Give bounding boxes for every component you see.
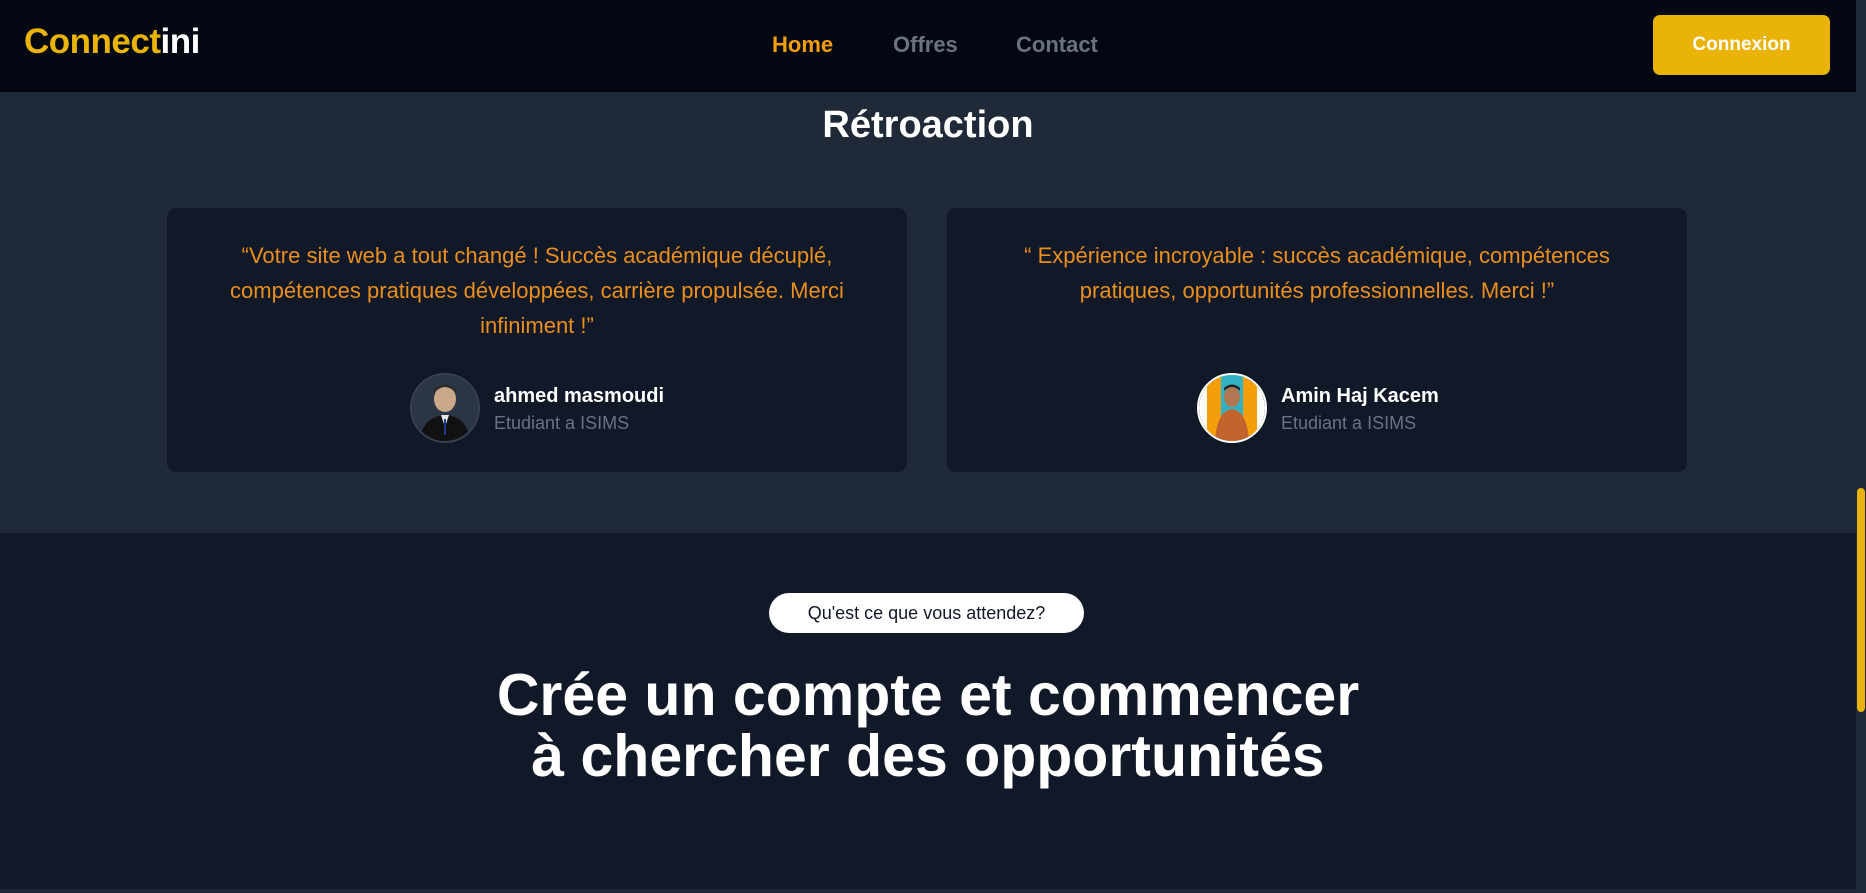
scrollbar[interactable] xyxy=(1856,0,1866,893)
scrollbar-thumb[interactable] xyxy=(1857,488,1865,712)
brand-name-part1: Connect xyxy=(24,22,161,61)
author-name: ahmed masmoudi xyxy=(494,385,665,407)
testimonial-card: “ Expérience incroyable : succès académi… xyxy=(947,208,1687,472)
feedback-section: Rétroaction “Votre site web a tout chang… xyxy=(0,92,1856,533)
avatar xyxy=(1197,373,1267,443)
navbar: Connectini Home Offres Contact Connexion xyxy=(0,0,1856,92)
author-role: Etudiant a ISIMS xyxy=(1281,413,1417,433)
feedback-title: Rétroaction xyxy=(822,104,1034,146)
cta-section: Qu'est ce que vous attendez? Crée un com… xyxy=(0,533,1856,893)
cta-headline: Crée un compte et commencer à chercher d… xyxy=(496,662,1360,789)
nav-link-offres[interactable]: Offres xyxy=(893,32,958,58)
avatar xyxy=(410,373,480,443)
login-button[interactable]: Connexion xyxy=(1653,15,1830,75)
author-role: Etudiant a ISIMS xyxy=(494,413,630,433)
page-bottom-edge xyxy=(0,889,1856,893)
author-name: Amin Haj Kacem xyxy=(1281,385,1439,407)
testimonial-card: “Votre site web a tout changé ! Succès a… xyxy=(167,208,907,472)
cta-badge: Qu'est ce que vous attendez? xyxy=(769,593,1084,633)
brand-logo[interactable]: Connectini xyxy=(24,22,200,62)
testimonial-quote: “Votre site web a tout changé ! Succès a… xyxy=(230,243,844,338)
brand-name-part2: ini xyxy=(160,22,201,61)
nav-link-contact[interactable]: Contact xyxy=(1016,32,1098,58)
testimonial-quote: “ Expérience incroyable : succès académi… xyxy=(1024,243,1610,303)
nav-link-home[interactable]: Home xyxy=(772,32,833,58)
